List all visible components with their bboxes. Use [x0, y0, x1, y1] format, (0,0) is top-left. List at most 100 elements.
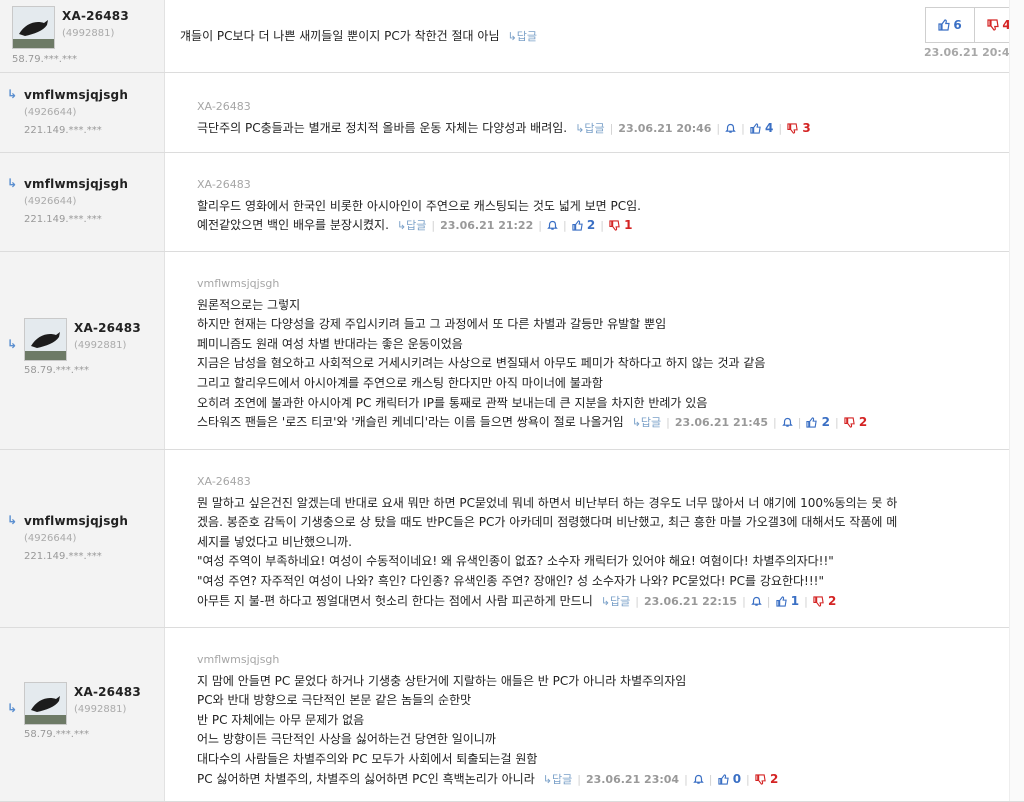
nickname[interactable]: XA-26483	[62, 9, 129, 23]
comment-body: vmflwmsjqjsgh 원론적으로는 그렇지 하지만 현재는 다양성을 강제 …	[197, 274, 867, 433]
bell-icon[interactable]	[751, 596, 762, 607]
downvote-button[interactable]: 1	[609, 218, 632, 232]
comment-text: 아무튼 지 불-편 하다고 찡얼대면서 헛소리 한다는 점에서 사람 피곤하게 …	[197, 593, 593, 608]
user-id: (4992881)	[74, 340, 127, 351]
nickname[interactable]: vmflwmsjqjsgh	[24, 514, 128, 528]
comment-author-panel: ↳ vmflwmsjqjsgh (4926644) 221.149.***.**…	[0, 450, 165, 627]
thumbs-down-icon	[787, 122, 798, 134]
comment-line: 하지만 현재는 다양성을 강제 주입시키려 들고 그 과정에서 또 다른 차별과…	[197, 315, 867, 335]
divider: |	[708, 772, 713, 786]
divider: |	[666, 416, 670, 430]
comment-body: XA-26483 극단주의 PC충들과는 별개로 정치적 올바름 운동 자체는 …	[197, 97, 811, 138]
comment-text: 오히려 조연에 불과한 아시아계 PC 캐릭터가 IP를 통째로 관짝 보내는데…	[197, 395, 708, 410]
comment-line: PC와 반대 방향으로 극단적인 본문 같은 놈들의 순한맛	[197, 691, 778, 711]
reply-arrow-icon: ↳	[542, 772, 552, 786]
comment-text: PC와 반대 방향으로 극단적인 본문 같은 놈들의 순한맛	[197, 693, 472, 708]
avatar[interactable]	[24, 682, 67, 725]
nickname[interactable]: XA-26483	[74, 321, 141, 335]
divider: |	[609, 121, 614, 135]
comment-text: "여성 주역이 부족하네요! 여성이 수동적이네요! 왜 유색인종이 없죠? 소…	[197, 554, 834, 569]
avatar[interactable]	[24, 318, 67, 361]
reply-indent-arrow-icon: ↳	[7, 513, 18, 527]
downvote-count: 2	[827, 593, 837, 608]
divider: |	[742, 594, 746, 608]
reply-target-author: XA-26483	[197, 475, 251, 488]
comment-reply: ↳ vmflwmsjqjsgh (4926644) 221.149.***.**…	[0, 450, 1024, 628]
upvote-count: 1	[790, 593, 800, 608]
ip-address: 221.149.***.***	[24, 214, 102, 225]
downvote-button[interactable]: 3	[787, 121, 811, 135]
thumbs-down-icon	[755, 773, 766, 785]
timestamp: 23.06.21 22:15	[643, 594, 738, 608]
comment-line: PC 싫어하면 차별주의, 차별주의 싫어하면 PC인 흑백논리가 아니라 ↳답글…	[197, 770, 778, 790]
reply-button[interactable]: ↳답글	[632, 416, 661, 429]
upvote-button[interactable]: 0	[717, 772, 741, 786]
upvote-button[interactable]: 6	[926, 8, 974, 42]
bell-icon[interactable]	[725, 123, 736, 134]
bell-icon[interactable]	[693, 774, 704, 785]
timestamp: 23.06.21 23:04	[585, 772, 680, 786]
comment-line: 대다수의 사람들은 차별주의와 PC 모두가 사회에서 퇴출되는걸 원함	[197, 750, 778, 770]
reply-button[interactable]: ↳답글	[543, 773, 572, 786]
upvote-count: 6	[953, 18, 962, 32]
downvote-count: 2	[858, 415, 868, 430]
comment-line: 오히려 조연에 불과한 아시아계 PC 캐릭터가 IP를 통째로 관짝 보내는데…	[197, 394, 867, 414]
downvote-count: 3	[802, 120, 811, 135]
comment-text: 스타워즈 팬들은 '로즈 티코'와 '캐슬린 케네디'라는 이름 들으면 쌍욕이…	[197, 415, 624, 430]
comment-author-panel: ↳ XA-26483 (4992881) 58.79.***.***	[0, 252, 165, 449]
reply-button[interactable]: ↳답글	[397, 219, 426, 232]
thumbs-up-icon	[750, 122, 761, 134]
reply-button[interactable]: ↳답글	[575, 122, 604, 135]
comment-line: "여성 주역이 부족하네요! 여성이 수동적이네요! 왜 유색인종이 없죠? 소…	[197, 552, 897, 572]
bird-avatar-image	[25, 683, 66, 724]
bell-icon[interactable]	[781, 417, 793, 428]
comment-line: 어느 방향이든 극단적인 사상을 싫어하는건 당연한 일이니까	[197, 730, 778, 750]
nickname[interactable]: XA-26483	[74, 685, 141, 699]
comment-text: 예전같았으면 백인 배우를 분장시켰지.	[197, 218, 389, 233]
reply-indent-arrow-icon: ↳	[7, 176, 18, 190]
reply-label: 답글	[609, 594, 631, 608]
reply-arrow-icon: ↳	[396, 219, 407, 233]
upvote-button[interactable]: 2	[806, 415, 830, 429]
ip-address: 58.79.***.***	[24, 729, 89, 740]
divider: |	[538, 219, 542, 233]
comment-body: 걔들이 PC보다 더 나쁜 새끼들일 뿐이지 PC가 착한건 절대 아님 ↳답글	[180, 27, 537, 47]
comment-text: 겠음. 봉준호 감독이 기생충으로 상 탔을 때도 반PC들은 PC가 아카데미…	[197, 515, 898, 530]
downvote-button[interactable]: 2	[844, 415, 868, 430]
timestamp: 23.06.21 20:46	[618, 121, 712, 135]
comment-body: XA-26483 할리우드 영화에서 한국인 비롯한 아시아인이 주연으로 캐스…	[197, 175, 641, 236]
avatar[interactable]	[12, 6, 55, 49]
nickname[interactable]: vmflwmsjqjsgh	[24, 177, 128, 191]
reply-button[interactable]: ↳답글	[601, 595, 630, 608]
comment-reply: ↳ vmflwmsjqjsgh (4926644) 221.149.***.**…	[0, 73, 1024, 153]
divider: |	[797, 416, 802, 430]
comment-text: 반 PC 자체에는 아무 문제가 없음	[197, 712, 365, 727]
downvote-button[interactable]: 2	[755, 772, 778, 786]
user-id: (4992881)	[62, 28, 115, 39]
comment-line: 반 PC 자체에는 아무 문제가 없음	[197, 711, 778, 731]
upvote-button[interactable]: 2	[572, 218, 595, 232]
upvote-button[interactable]: 1	[775, 593, 800, 608]
upvote-count: 2	[821, 415, 830, 430]
comment-text: 지금은 남성을 혐오하고 사회적으로 거세시키려는 사상으로 변질돼서 아무도 …	[197, 356, 766, 371]
scrollbar[interactable]	[1009, 0, 1024, 801]
nickname[interactable]: vmflwmsjqjsgh	[24, 88, 128, 102]
downvote-button[interactable]: 2	[813, 593, 837, 608]
reply-label: 답글	[406, 219, 427, 233]
comment-reply: ↳ XA-26483 (4992881) 58.79.***.*** vmflw…	[0, 252, 1024, 450]
comment-line: 원론적으로는 그렇지	[197, 296, 867, 316]
comment-line: 페미니즘도 원래 여성 차별 반대라는 좋은 운동이었음	[197, 335, 867, 355]
divider: |	[635, 594, 639, 608]
thumbs-down-icon	[844, 417, 855, 428]
divider: |	[835, 416, 839, 430]
comment-author-panel: ↳ vmflwmsjqjsgh (4926644) 221.149.***.**…	[0, 73, 165, 152]
upvote-button[interactable]: 4	[750, 121, 773, 135]
timestamp: 23.06.21 21:45	[674, 416, 769, 430]
comment-author-panel: ↳ XA-26483 (4992881) 58.79.***.***	[0, 628, 165, 801]
comment-text: 할리우드 영화에서 한국인 비롯한 아시아인이 주연으로 캐스팅되는 것도 넓게…	[197, 198, 641, 213]
reply-label: 답글	[551, 772, 573, 786]
comment-text: "여성 주연? 자주적인 여성이 나와? 흑인? 다인종? 유색인종 주연? 장…	[197, 573, 824, 588]
comment-text: 극단주의 PC충들과는 별개로 정치적 올바름 운동 자체는 다양성과 배려임.	[197, 120, 568, 135]
reply-button[interactable]: ↳답글	[507, 30, 536, 43]
bell-icon[interactable]	[547, 220, 558, 231]
